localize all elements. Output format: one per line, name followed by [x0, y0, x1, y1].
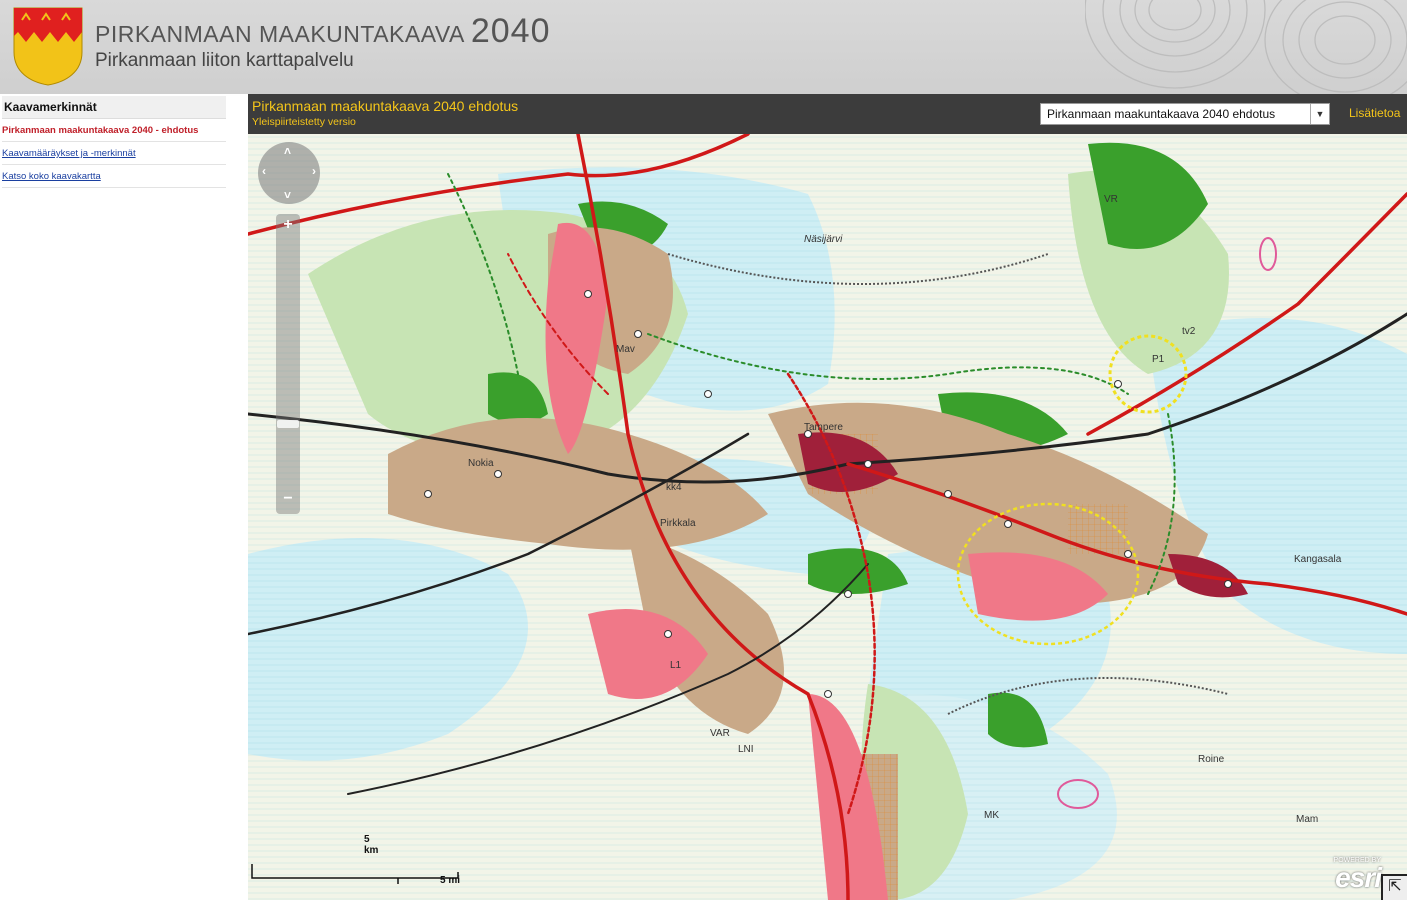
app-subtitle: Pirkanmaan liiton karttapalvelu — [95, 50, 354, 71]
regulations-link[interactable]: Kaavamääräykset ja -merkinnät — [2, 148, 136, 159]
app-title-year: 2040 — [470, 12, 551, 50]
app-title-text: PIRKANMAAN MAAKUNTAKAAVA — [95, 21, 465, 47]
legend-sidebar: Kaavamerkinnät Pirkanmaan maakuntakaava … — [0, 94, 248, 900]
map-label-vr: VR — [1104, 194, 1118, 205]
map-label-nokia: Nokia — [468, 458, 494, 469]
sidebar-item-full-map[interactable]: Katso koko kaavakartta — [2, 165, 226, 188]
map-subtitle: Yleispiirteistetty versio — [252, 116, 356, 128]
contour-decoration — [1085, 0, 1407, 94]
zoom-in-icon[interactable]: + — [276, 216, 300, 238]
map-label-tv2: tv2 — [1182, 326, 1196, 337]
pan-up-icon[interactable]: ˄ — [284, 144, 291, 158]
map-label-tampere: Tampere — [804, 422, 843, 433]
map-title: Pirkanmaan maakuntakaava 2040 ehdotus — [252, 98, 519, 114]
expand-corner-icon[interactable]: ⇱ — [1381, 874, 1407, 900]
map-label-l1: L1 — [670, 660, 682, 671]
map-label-mav: Mav — [616, 344, 635, 355]
map-label-kangasala: Kangasala — [1294, 554, 1342, 565]
zoom-slider[interactable]: + − — [276, 214, 300, 514]
scale-mi-label: 5 mi — [440, 875, 461, 886]
map-label-roine: Roine — [1198, 754, 1225, 765]
full-map-link[interactable]: Katso koko kaavakartta — [2, 171, 101, 182]
map-label-nasijarvi: Näsijärvi — [804, 234, 843, 245]
zoom-slider-handle[interactable] — [277, 420, 299, 428]
sidebar-item-regulations[interactable]: Kaavamääräykset ja -merkinnät — [2, 142, 226, 165]
pirkanmaa-crest-logo — [13, 7, 83, 86]
app-title: PIRKANMAAN MAAKUNTAKAAVA 2040 — [95, 12, 551, 51]
pan-right-icon[interactable]: › — [312, 164, 316, 178]
map-label-mk: MK — [984, 810, 999, 821]
map-version-select[interactable]: Pirkanmaan maakuntakaava 2040 ehdotus ▼ — [1040, 103, 1330, 125]
map-label-lni: LNI — [738, 744, 754, 755]
map-title-bar: Pirkanmaan maakuntakaava 2040 ehdotus Yl… — [248, 94, 1407, 134]
map-label-mam: Mam — [1296, 814, 1319, 825]
map-version-select-value: Pirkanmaan maakuntakaava 2040 ehdotus — [1047, 107, 1276, 121]
pan-left-icon[interactable]: ‹ — [262, 164, 266, 178]
esri-logo[interactable]: esri — [1335, 862, 1382, 894]
sidebar-item-plan-proposal[interactable]: Pirkanmaan maakuntakaava 2040 - ehdotus — [2, 119, 226, 142]
map-label-pirkkala: Pirkkala — [660, 518, 696, 529]
map-canvas[interactable]: Tampere Pirkkala Nokia Kangasala Mav Mam… — [248, 134, 1407, 900]
pan-down-icon[interactable]: ˅ — [284, 188, 291, 202]
chevron-down-icon[interactable]: ▼ — [1310, 104, 1329, 124]
more-info-link[interactable]: Lisätietoa — [1349, 106, 1400, 120]
sidebar-heading: Kaavamerkinnät — [2, 96, 226, 119]
app-header: PIRKANMAAN MAAKUNTAKAAVA 2040 Pirkanmaan … — [0, 0, 1407, 94]
scale-km-label: 5 km — [364, 834, 379, 856]
map-label-p1: P1 — [1152, 354, 1165, 365]
pan-control[interactable]: ‹ › ˄ ˅ — [258, 142, 320, 204]
map-label-kk4: kk4 — [666, 482, 682, 493]
map-graphics — [248, 134, 1407, 900]
zoom-out-icon[interactable]: − — [276, 490, 300, 512]
map-label-var: VAR — [710, 728, 730, 739]
